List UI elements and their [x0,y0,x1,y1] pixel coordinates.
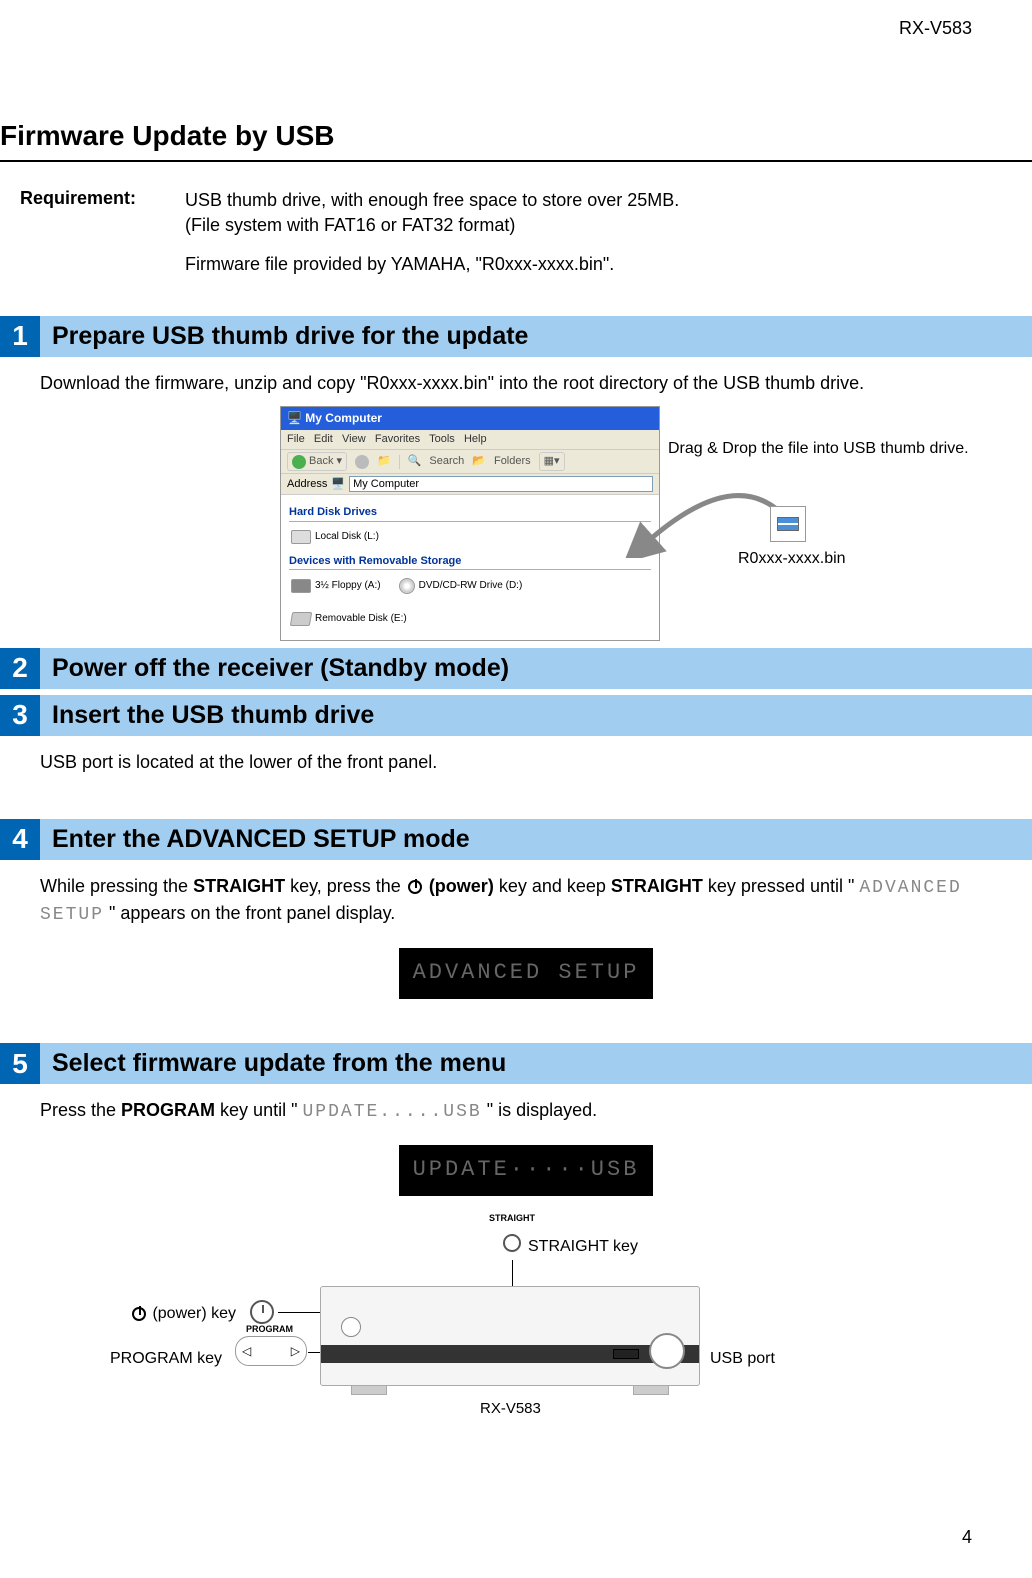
item-floppy: 3½ Floppy (A:) [291,578,381,594]
item-localdisk: Local Disk (L:) [291,530,379,544]
step3-header: 3 Insert the USB thumb drive [0,695,1032,736]
step4-title: Enter the ADVANCED SETUP mode [40,819,1032,860]
search-icon: 🔍 [408,454,422,469]
step2-num: 2 [0,648,40,689]
section-hdd: Hard Disk Drives [289,505,651,521]
step4-text: While pressing the STRAIGHT key, press t… [40,874,1012,928]
address-label: Address [287,477,327,492]
step4-header: 4 Enter the ADVANCED SETUP mode [0,819,1032,860]
window-icon: 🖥️ [287,411,302,425]
folders-label: Folders [494,454,531,469]
program-key-inset: ◁ ▷ PROGRAM [235,1336,307,1366]
file-icon [770,506,806,542]
usb-drive-icon [290,612,312,626]
menu-tools: Tools [429,433,455,445]
step3-title: Insert the USB thumb drive [40,695,1032,736]
straight-callout: STRAIGHT key [528,1236,638,1258]
power-icon [408,880,422,894]
requirement-text: USB thumb drive, with enough free space … [185,188,925,278]
explorer-menubar: File Edit View Favorites Tools Help [281,430,659,450]
step3-num: 3 [0,695,40,736]
program-left-icon: ◁ [242,1343,251,1360]
hdd-icon [291,530,311,544]
program-callout: PROGRAM key [110,1348,222,1370]
step5-text: Press the PROGRAM key until " UPDATE....… [40,1098,1012,1125]
receiver-volume-knob [649,1333,685,1369]
folders-icon: 📂 [472,454,486,469]
requirement-line1: USB thumb drive, with enough free space … [185,190,679,235]
page-title: Firmware Update by USB [0,120,1032,162]
receiver-small-knob [341,1317,361,1337]
menu-file: File [287,433,305,445]
address-input [349,476,653,492]
item-removable: Removable Disk (E:) [291,612,407,626]
requirement-block: Requirement: USB thumb drive, with enoug… [0,180,1032,306]
figure-explorer: 🖥️ My Computer File Edit View Favorites … [40,406,1012,606]
cd-icon [399,578,415,594]
step5-num: 5 [0,1043,40,1084]
lcd-update-usb: UPDATE·····USB [399,1145,654,1196]
forward-icon [355,455,369,469]
explorer-body: Hard Disk Drives Local Disk (L:) Devices… [281,495,659,640]
search-label: Search [429,454,464,469]
step1-body: Download the firmware, unzip and copy "R… [0,357,1032,638]
window-title: My Computer [305,411,382,425]
step3-text: USB port is located at the lower of the … [40,750,1012,775]
requirement-line2: Firmware file provided by YAMAHA, "R0xxx… [185,252,925,277]
menu-view: View [342,433,366,445]
receiver-foot [351,1385,387,1395]
explorer-addressbar: Address 🖥️ [281,474,659,495]
straight-circle-icon [503,1234,521,1252]
menu-help: Help [464,433,487,445]
step5-body: Press the PROGRAM key until " UPDATE....… [0,1084,1032,1450]
straight-small-label: STRAIGHT [489,1212,535,1225]
step1-text: Download the firmware, unzip and copy "R… [40,371,1012,396]
drag-drop-text: Drag & Drop the file into USB thumb driv… [668,438,969,460]
receiver-foot [633,1385,669,1395]
straight-key-inset: STRAIGHT [495,1226,529,1260]
file-label: R0xxx-xxxx.bin [738,548,846,570]
program-right-icon: ▷ [291,1343,300,1360]
explorer-titlebar: 🖥️ My Computer [281,407,659,430]
power-callout: (power) key [130,1303,236,1325]
step3-body: USB port is located at the lower of the … [0,736,1032,809]
step4-num: 4 [0,819,40,860]
step1-title: Prepare USB thumb drive for the update [40,316,1032,357]
menu-favorites: Favorites [375,433,420,445]
step5-title: Select firmware update from the menu [40,1043,1032,1084]
computer-icon: 🖥️ [331,477,345,492]
requirement-label: Requirement: [20,188,180,209]
header-model: RX-V583 [899,18,972,39]
section-removable: Devices with Removable Storage [289,554,651,570]
explorer-window: 🖥️ My Computer File Edit View Favorites … [280,406,660,641]
lcd-advanced-setup: ADVANCED SETUP [399,948,654,999]
receiver-figure: STRAIGHT STRAIGHT key (power) key PROGRA… [40,1226,1012,1426]
step1-header: 1 Prepare USB thumb drive for the update [0,316,1032,357]
explorer-toolbar: Back ▾ 📁 🔍 Search 📂 Folders ▦▾ [281,450,659,474]
item-dvd: DVD/CD-RW Drive (D:) [399,578,523,594]
receiver-display-strip [321,1345,699,1363]
step4-body: While pressing the STRAIGHT key, press t… [0,860,1032,1033]
floppy-icon [291,579,311,593]
program-small-label: PROGRAM [246,1323,293,1336]
page-number: 4 [962,1527,972,1548]
back-button: Back ▾ [287,452,347,471]
power-glyph-icon [132,1307,146,1321]
up-icon: 📁 [377,454,391,469]
view-button: ▦▾ [539,452,565,471]
usb-callout: USB port [710,1348,775,1370]
back-icon [292,455,306,469]
receiver-body [320,1286,700,1386]
step5-header: 5 Select firmware update from the menu [0,1043,1032,1084]
receiver-usb-port [613,1349,639,1359]
menu-edit: Edit [314,433,333,445]
step2-title: Power off the receiver (Standby mode) [40,648,1032,689]
power-button-inset [250,1300,274,1324]
step2-header: 2 Power off the receiver (Standby mode) [0,648,1032,689]
receiver-model-label: RX-V583 [480,1398,541,1419]
step1-num: 1 [0,316,40,357]
